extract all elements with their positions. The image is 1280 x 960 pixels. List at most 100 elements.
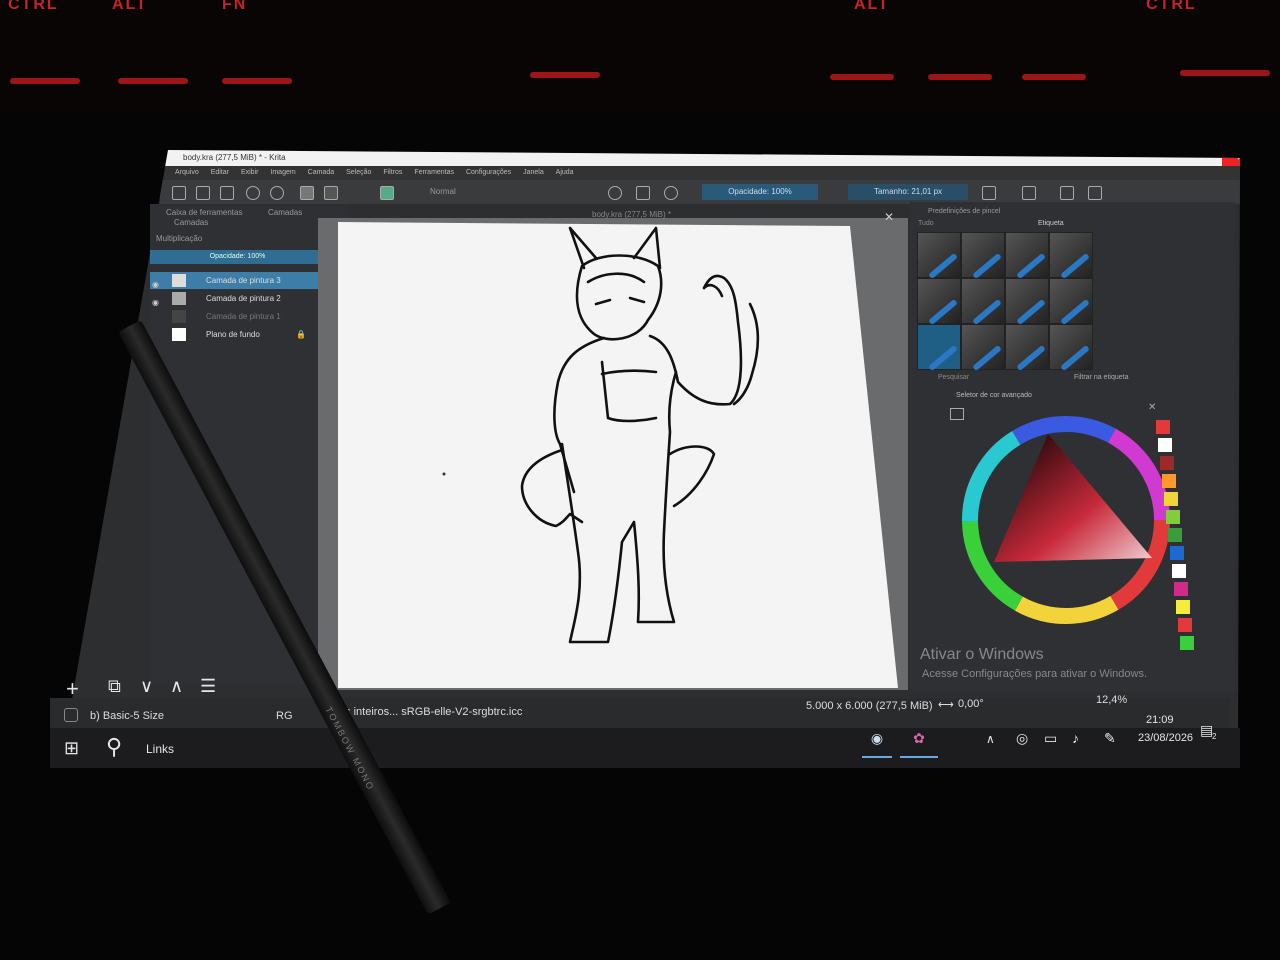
pen-icon[interactable]: ✎	[1104, 730, 1116, 747]
brush-preset[interactable]	[1049, 324, 1093, 370]
key-label: CTRL	[1146, 0, 1197, 13]
brush-preset-selected[interactable]	[917, 324, 961, 370]
menu-item-file[interactable]: Arquivo	[175, 169, 199, 176]
zoom-level[interactable]: 12,4%	[1096, 694, 1127, 706]
crop-icon[interactable]	[1060, 186, 1074, 200]
key-label: ALT	[854, 0, 890, 13]
layer-properties-icon[interactable]: ☰	[200, 676, 216, 697]
brush-preset[interactable]	[961, 232, 1005, 278]
pattern-icon[interactable]	[300, 186, 314, 200]
color-swatch[interactable]	[1162, 474, 1176, 488]
document-tab[interactable]: body.kra (277,5 MiB) *	[592, 210, 671, 219]
menu-item-layer[interactable]: Camada	[308, 169, 334, 176]
opacity-slider[interactable]: Opacidade: 100%	[702, 184, 818, 200]
tray-chevron-icon[interactable]: ∧	[986, 732, 995, 746]
color-swatch[interactable]	[1158, 438, 1172, 452]
menu-item-tools[interactable]: Ferramentas	[414, 169, 454, 176]
lock-icon[interactable]: 🔒	[296, 326, 306, 343]
key-backlight	[1022, 74, 1086, 80]
steam-taskbar-icon[interactable]: ◉	[862, 730, 892, 758]
menu-item-settings[interactable]: Configurações	[466, 169, 511, 176]
color-swatch[interactable]	[1170, 546, 1184, 560]
blend-mode-select[interactable]: Normal	[430, 187, 456, 196]
menu-item-window[interactable]: Janela	[523, 169, 544, 176]
close-document-icon[interactable]: ✕	[884, 210, 894, 224]
color-swatch[interactable]	[1174, 582, 1188, 596]
color-swatch[interactable]	[1156, 420, 1170, 434]
clock-date[interactable]: 23/08/2026	[1138, 732, 1193, 744]
line-art-sketch	[442, 226, 760, 644]
brush-preset[interactable]	[1005, 324, 1049, 370]
layer-thumbnail	[172, 292, 186, 305]
current-brush[interactable]: b) Basic-5 Size	[90, 710, 164, 722]
rotation-value[interactable]: 0,00°	[958, 698, 984, 710]
menu-item-select[interactable]: Seleção	[346, 169, 371, 176]
krita-taskbar-icon[interactable]: ✿	[900, 730, 938, 758]
window-title: body.kra (277,5 MiB) * - Krita	[183, 153, 286, 162]
gradient-icon[interactable]	[324, 186, 338, 200]
search-icon[interactable]: ⚲	[106, 734, 122, 760]
brush-preset[interactable]	[1005, 278, 1049, 324]
wrap-icon[interactable]	[1022, 186, 1036, 200]
layer-blend-select[interactable]: Multiplicação	[156, 234, 202, 243]
rotation-icon: ⟷	[938, 699, 954, 711]
volume-icon[interactable]: ♪	[1072, 730, 1079, 746]
workspace-icon[interactable]	[1088, 186, 1102, 200]
color-swatch[interactable]	[1168, 528, 1182, 542]
menu-item-help[interactable]: Ajuda	[556, 169, 574, 176]
preset-search-input[interactable]: Pesquisar	[938, 374, 969, 381]
new-file-icon[interactable]	[172, 186, 186, 200]
menu-item-view[interactable]: Exibir	[241, 169, 259, 176]
color-profile: ts inteiros... sRGB-elle-V2-srgbtrc.icc	[342, 706, 523, 718]
open-file-icon[interactable]	[196, 186, 210, 200]
brush-preset[interactable]	[961, 324, 1005, 370]
move-layer-up-icon[interactable]: ∧	[170, 676, 183, 697]
brush-preset[interactable]	[1005, 232, 1049, 278]
eraser-icon[interactable]	[608, 186, 622, 200]
clock-time[interactable]: 21:09	[1146, 714, 1174, 726]
brush-preset[interactable]	[1049, 232, 1093, 278]
layer-opacity-slider[interactable]: Opacidade: 100%	[150, 250, 325, 264]
tab-toolbox[interactable]: Caixa de ferramentas	[166, 208, 242, 217]
color-swatch[interactable]	[1160, 456, 1174, 470]
search-box[interactable]: Links	[146, 742, 174, 756]
tag-label[interactable]: Etiqueta	[1038, 220, 1064, 227]
windows-start-icon[interactable]: ⊞	[64, 738, 79, 759]
key-label: CTRL	[8, 0, 59, 13]
close-icon[interactable]: ✕	[1222, 150, 1240, 166]
color-wheel[interactable]	[954, 412, 1178, 628]
tray-app-icon[interactable]: ◎	[1016, 730, 1028, 747]
undo-icon[interactable]	[246, 186, 260, 200]
menu-item-edit[interactable]: Editar	[211, 169, 229, 176]
brush-preset-icon[interactable]	[380, 186, 394, 200]
alpha-lock-icon[interactable]	[636, 186, 650, 200]
presets-tag-select[interactable]: Tudo	[918, 220, 934, 227]
redo-icon[interactable]	[270, 186, 284, 200]
tab-layers[interactable]: Camadas	[268, 208, 302, 217]
save-icon[interactable]	[220, 186, 234, 200]
drawing-canvas[interactable]	[338, 222, 898, 688]
color-swatch[interactable]	[1164, 492, 1178, 506]
color-profile-prefix: RG	[276, 710, 293, 722]
brush-preset[interactable]	[917, 278, 961, 324]
color-swatch[interactable]	[1172, 564, 1186, 578]
network-icon[interactable]: ▭	[1044, 730, 1057, 747]
color-swatch[interactable]	[1166, 510, 1180, 524]
filter-tag-checkbox[interactable]: Filtrar na etiqueta	[1074, 374, 1128, 381]
color-swatch[interactable]	[1178, 618, 1192, 632]
color-swatch[interactable]	[1176, 600, 1190, 614]
duplicate-layer-icon[interactable]: ⧉	[108, 676, 121, 697]
menu-bar: Arquivo Editar Exibir Imagem Camada Sele…	[165, 166, 1240, 180]
menu-item-filters[interactable]: Filtros	[383, 169, 402, 176]
color-swatch[interactable]	[1180, 636, 1194, 650]
mirror-icon[interactable]	[982, 186, 996, 200]
size-slider[interactable]: Tamanho: 21,01 px	[848, 184, 968, 200]
brush-preset[interactable]	[917, 232, 961, 278]
move-layer-down-icon[interactable]: ∨	[140, 676, 153, 697]
menu-item-image[interactable]: Imagem	[270, 169, 295, 176]
docker-title: Camadas	[174, 218, 209, 227]
brush-preset[interactable]	[961, 278, 1005, 324]
reload-icon[interactable]	[664, 186, 678, 200]
layer-name: Camada de pintura 2	[206, 294, 281, 303]
brush-preset[interactable]	[1049, 278, 1093, 324]
